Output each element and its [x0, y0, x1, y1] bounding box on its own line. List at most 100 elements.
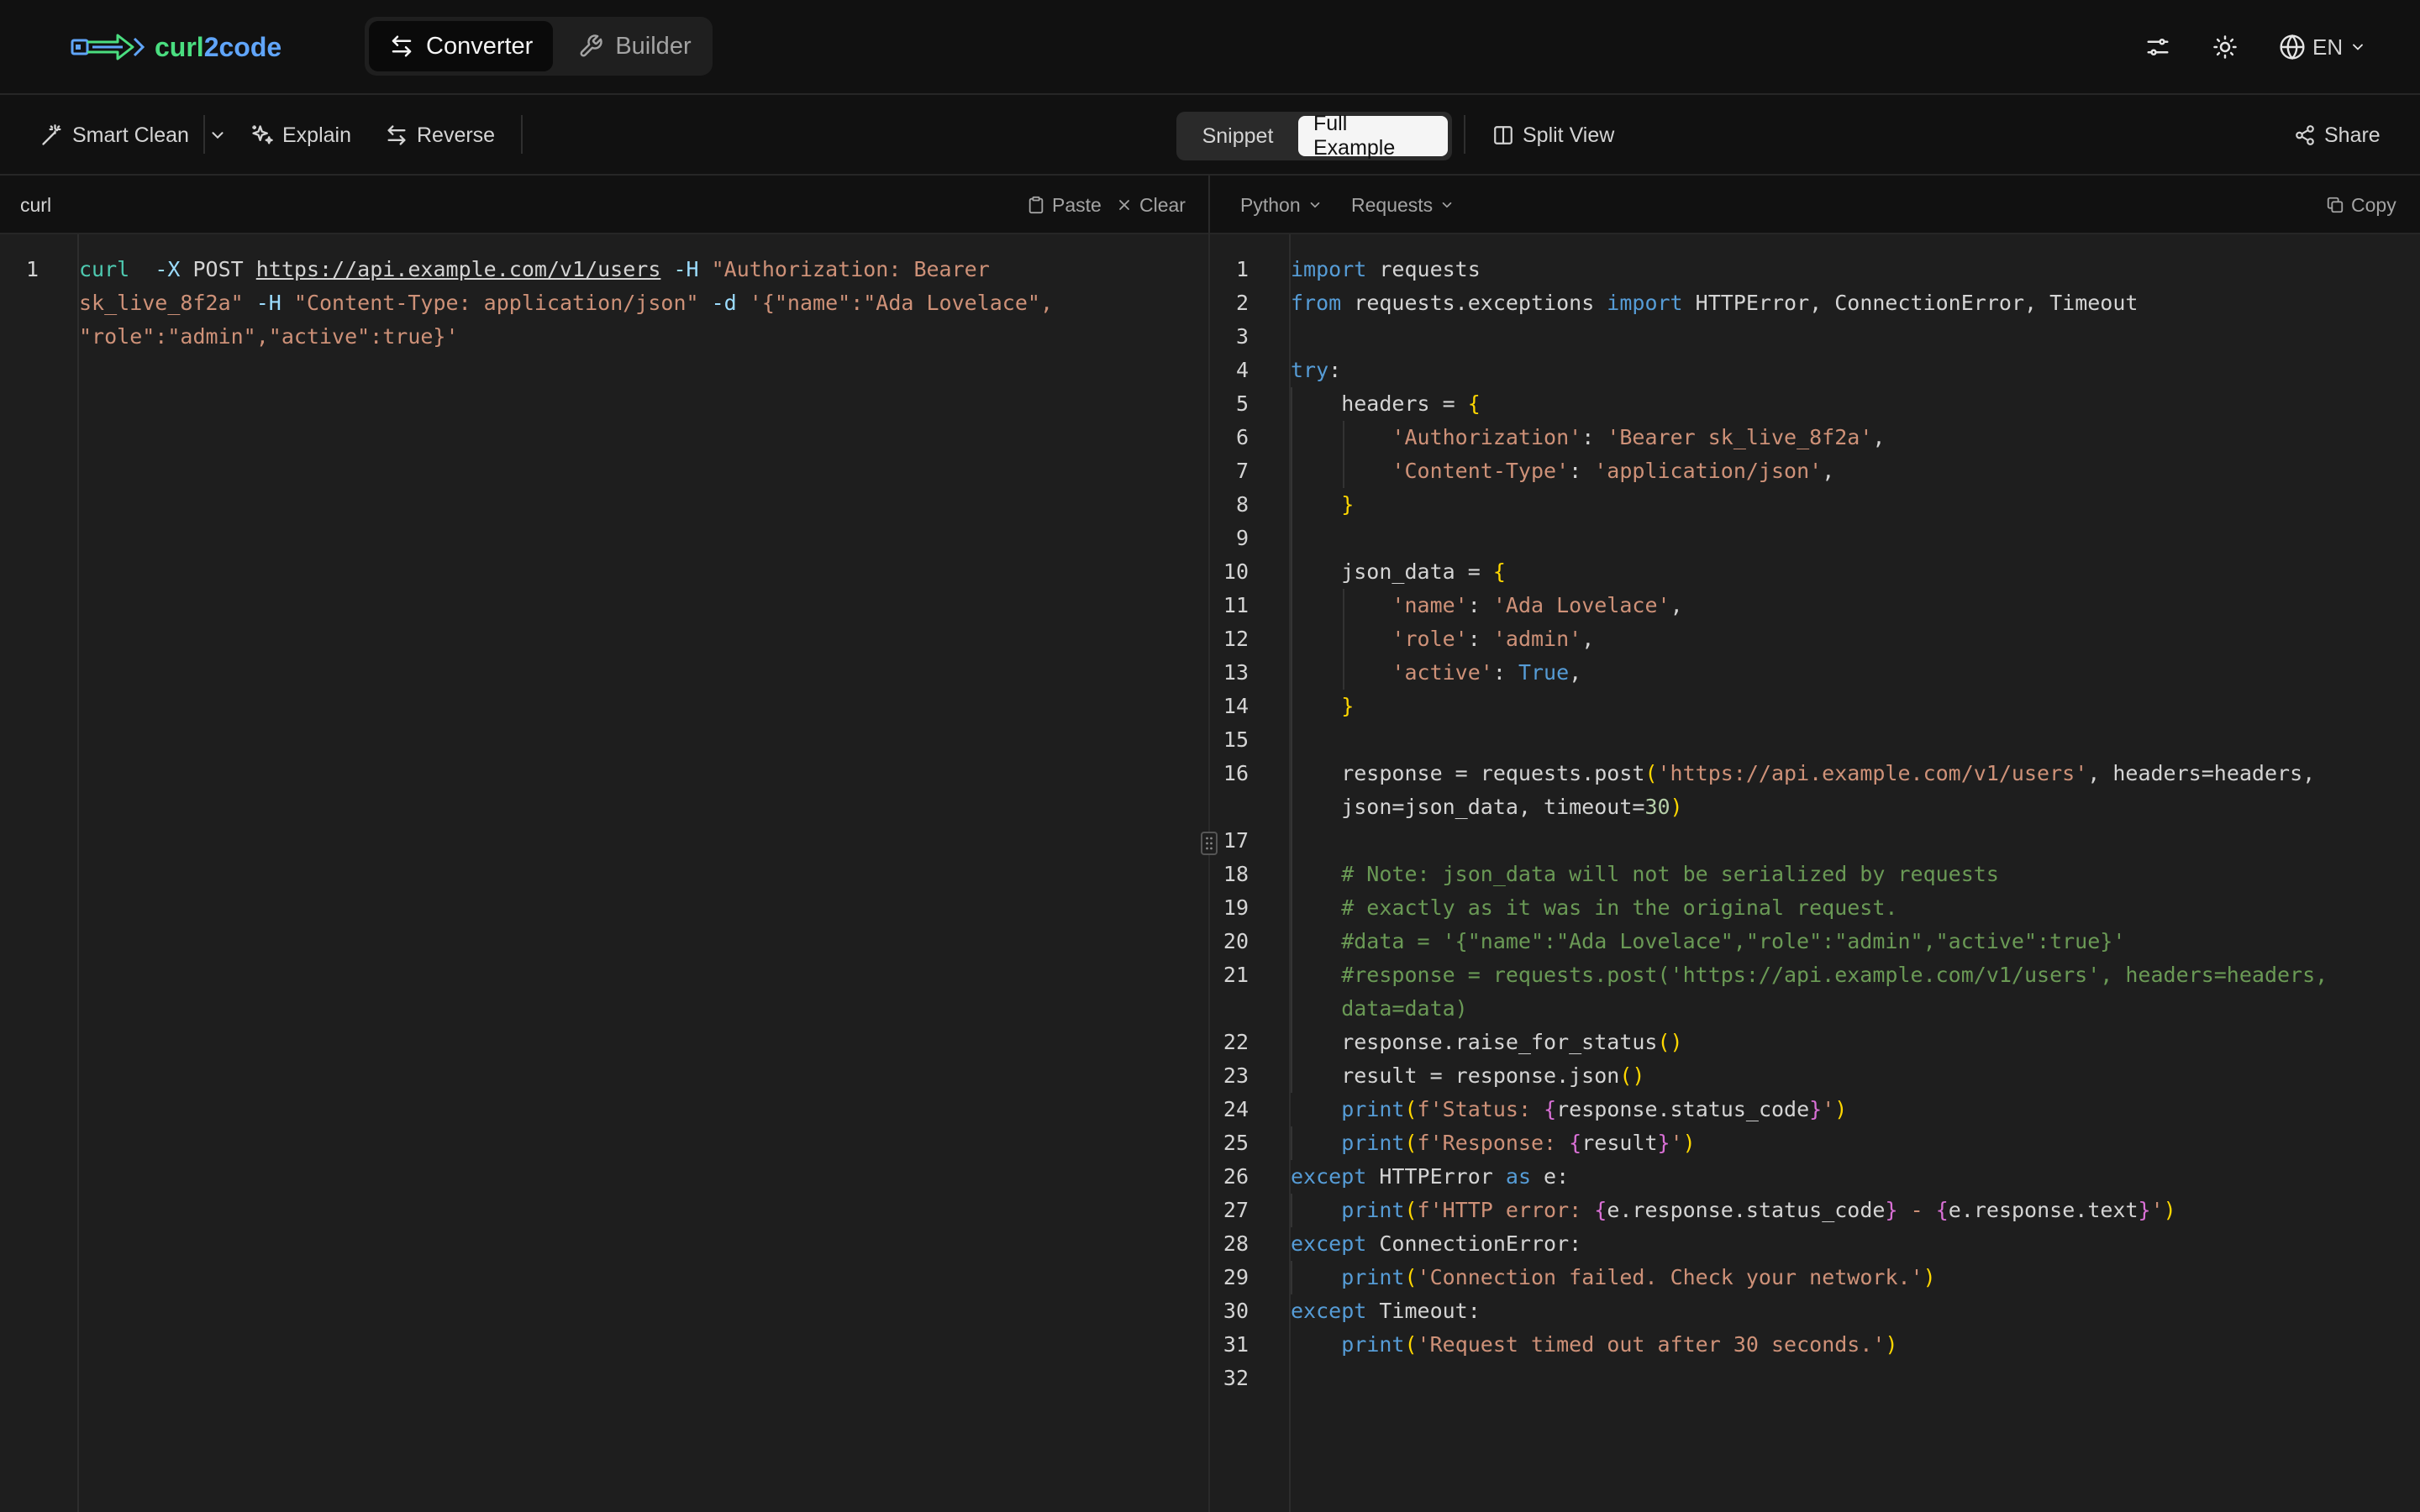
code-token: (	[1404, 1265, 1418, 1289]
code-line: response = requests.post('https://api.ex…	[1291, 757, 2315, 790]
toolbar-divider	[203, 115, 205, 154]
arrows-swap-icon	[389, 34, 414, 59]
code-token: '{"name":"Ada Lovelace",	[749, 291, 1054, 315]
toolbar-divider	[1464, 115, 1465, 154]
line-number: 2	[1235, 291, 1249, 315]
code-token: '	[1670, 1131, 1683, 1155]
code-token: }	[2138, 1198, 2151, 1222]
code-token: (	[1404, 1131, 1418, 1155]
clear-button[interactable]: Clear	[1116, 192, 1186, 218]
line-number: 22	[1223, 1030, 1249, 1054]
code-token: requests.exceptions	[1341, 291, 1607, 315]
share-button[interactable]: Share	[2294, 118, 2381, 152]
smart-clean-button[interactable]: Smart Clean	[40, 118, 189, 152]
code-line: except Timeout:	[1291, 1294, 1481, 1328]
wrench-icon	[578, 34, 603, 59]
paste-button[interactable]: Paste	[1027, 192, 1102, 218]
line-number: 31	[1223, 1332, 1249, 1357]
output-panel-header: Python Requests Copy	[1210, 176, 2420, 234]
code-token: {	[1544, 1097, 1557, 1121]
reverse-button[interactable]: Reverse	[385, 118, 495, 152]
curl-input-editor[interactable]: 1 curl -X POST https://api.example.com/v…	[0, 234, 1208, 1512]
code-token: )	[1885, 1332, 1898, 1357]
line-number: 13	[1223, 660, 1249, 685]
line-number: 21	[1223, 963, 1249, 987]
logo-text-curl: curl	[155, 31, 204, 62]
sun-icon[interactable]	[2208, 30, 2242, 64]
arrows-swap-icon	[385, 123, 408, 147]
reverse-label: Reverse	[417, 123, 496, 147]
code-token: ,	[1670, 593, 1683, 617]
logo[interactable]: curl2code	[71, 29, 281, 66]
code-line: headers = {	[1291, 387, 1481, 421]
code-token: ConnectionError:	[1366, 1231, 1582, 1256]
chevron-down-icon	[2349, 39, 2366, 55]
code-line: print(f'Status: {response.status_code}')	[1291, 1093, 1847, 1126]
code-token: result	[1581, 1131, 1658, 1155]
line-number: 11	[1223, 593, 1249, 617]
split-view-button[interactable]: Split View	[1492, 118, 1614, 152]
code-line: result = response.json()	[1291, 1059, 1644, 1093]
code-token: import	[1607, 291, 1683, 315]
chevron-down-icon	[208, 126, 227, 144]
code-token: 'name'	[1392, 593, 1468, 617]
code-token: # exactly as it was in the original requ…	[1291, 895, 1898, 920]
explain-label: Explain	[282, 123, 351, 147]
code-token: , headers=headers,	[2087, 761, 2316, 785]
share-label: Share	[2324, 123, 2381, 147]
code-token: {	[1569, 1131, 1582, 1155]
language-dropdown[interactable]: Python	[1240, 192, 1323, 218]
indent-guide	[1291, 1194, 1292, 1227]
line-number: 8	[1235, 492, 1249, 517]
code-token: 'Request timed out after 30 seconds.'	[1417, 1332, 1886, 1357]
language-selector[interactable]: EN	[2279, 30, 2366, 64]
code-token: {	[1594, 1198, 1607, 1222]
line-number: 30	[1223, 1299, 1249, 1323]
logo-text-2code: 2code	[203, 31, 282, 62]
code-token: "Content-Type: application/json"	[293, 291, 699, 315]
code-token: 'Bearer sk_live_8f2a'	[1607, 425, 1873, 449]
snippet-option[interactable]: Snippet	[1181, 116, 1295, 156]
explain-button[interactable]: Explain	[250, 118, 351, 152]
library-dropdown[interactable]: Requests	[1351, 192, 1455, 218]
code-token: headers =	[1291, 391, 1468, 416]
code-token: print	[1341, 1131, 1405, 1155]
code-token: HTTPError, ConnectionError, Timeout	[1682, 291, 2139, 315]
code-line: data=data)	[1291, 992, 1468, 1026]
code-line: curl -X POST https://api.example.com/v1/…	[79, 253, 990, 286]
line-number: 15	[1223, 727, 1249, 752]
code-token: }	[1657, 1131, 1670, 1155]
line-number: 14	[1223, 694, 1249, 718]
code-token: 'Content-Type'	[1392, 459, 1570, 483]
tab-converter[interactable]: Converter	[369, 21, 554, 71]
code-token: -d	[711, 291, 737, 315]
code-token: json=json_data, timeout=	[1291, 795, 1645, 819]
code-token: "role":"admin","active":true}'	[79, 324, 459, 349]
tab-builder[interactable]: Builder	[558, 21, 711, 71]
smart-clean-options-button[interactable]	[208, 118, 227, 152]
code-line: # Note: json_data will not be serialized…	[1291, 858, 1999, 891]
code-line: print('Request timed out after 30 second…	[1291, 1328, 1898, 1362]
line-number: 19	[1223, 895, 1249, 920]
code-token: e.response.text	[1948, 1198, 2139, 1222]
copy-button[interactable]: Copy	[2326, 192, 2396, 218]
smart-clean-label: Smart Clean	[72, 123, 189, 147]
code-token: (	[1404, 1097, 1418, 1121]
python-output-editor[interactable]: 1 import requests 2 from requests.exception…	[1210, 234, 2420, 1512]
code-token: ,	[1872, 425, 1886, 449]
settings-sliders-icon[interactable]	[2141, 30, 2175, 64]
code-token: json_data =	[1291, 559, 1493, 584]
code-line: "role":"admin","active":true}'	[79, 320, 459, 354]
full-example-option[interactable]: Full Example	[1298, 112, 1448, 160]
code-token: try	[1291, 358, 1329, 382]
code-token: {	[1467, 391, 1481, 416]
code-token: 'Connection failed. Check your network.'	[1417, 1265, 1923, 1289]
line-number: 27	[1223, 1198, 1249, 1222]
code-token: f'Response:	[1417, 1131, 1570, 1155]
